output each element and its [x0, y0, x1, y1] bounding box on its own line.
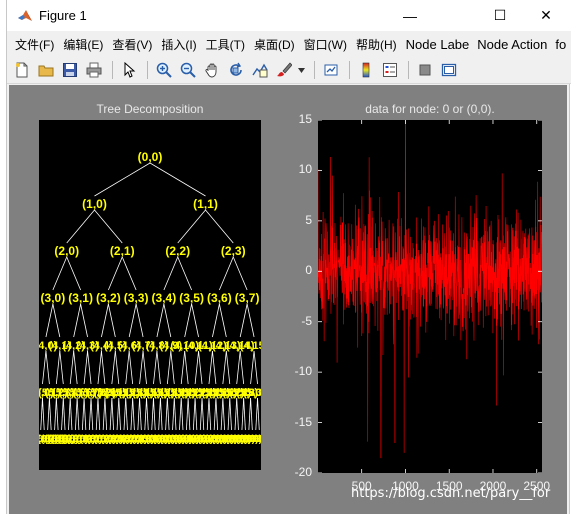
y-tick-label: 15	[298, 112, 312, 126]
tree-node-label[interactable]: (3,5)	[179, 291, 204, 305]
tree-node-label[interactable]: (3,3)	[124, 291, 149, 305]
figure-canvas: Tree Decomposition (0,0) (1,0) (1,1) (2,0)(…	[9, 85, 567, 514]
menu-more[interactable]: fo	[555, 37, 566, 52]
y-tick-label: -5	[301, 313, 312, 328]
tree-node-label[interactable]: (2,1)	[110, 244, 135, 258]
link-plot-icon[interactable]	[320, 60, 341, 81]
zoom-in-icon[interactable]	[153, 60, 174, 81]
save-icon[interactable]	[59, 60, 80, 81]
y-tick-label: -15	[294, 414, 312, 429]
menu-view[interactable]: 查看(V)	[112, 36, 152, 53]
open-file-icon[interactable]	[35, 60, 56, 81]
menu-bar: 文件(F) 编辑(E) 查看(V) 插入(I) 工具(T) 桌面(D) 窗口(W…	[7, 31, 571, 57]
tree-axes-title: Tree Decomposition	[96, 102, 204, 116]
tree-node-label[interactable]: (3,1)	[68, 291, 93, 305]
tree-node-label[interactable]: (3,4)	[152, 291, 177, 305]
hide-plot-tools-icon[interactable]	[414, 60, 435, 81]
menu-node-label[interactable]: Node Labe	[406, 37, 470, 52]
toolbar-separator	[147, 61, 148, 79]
tree-node-label[interactable]: (2,2)	[165, 244, 190, 258]
y-tick-label: -10	[294, 364, 312, 379]
matlab-logo-icon	[18, 10, 32, 21]
signal-axes-title: data for node: 0 or (0,0).	[365, 102, 495, 116]
tree-node-label[interactable]: (0,0)	[138, 150, 163, 164]
show-plot-tools-icon[interactable]	[438, 60, 459, 81]
menu-edit[interactable]: 编辑(E)	[63, 36, 103, 53]
tree-node-label-overlapped[interactable]: (5,31)	[243, 387, 261, 399]
close-button[interactable]: ✕	[523, 0, 569, 31]
toolbar-separator	[349, 61, 350, 79]
menu-insert[interactable]: 插入(I)	[161, 36, 196, 53]
data-cursor-icon[interactable]	[249, 60, 270, 81]
watermark-text: https://blog.csdn.net/pary__for	[351, 486, 551, 501]
tree-node-label[interactable]: (3,0)	[41, 291, 66, 305]
tree-node-label[interactable]: (3,7)	[235, 291, 260, 305]
print-icon[interactable]	[83, 60, 104, 81]
toolbar-separator	[314, 61, 315, 79]
pointer-icon[interactable]	[118, 60, 139, 81]
brush-icon[interactable]	[273, 60, 294, 81]
pan-icon[interactable]	[201, 60, 222, 81]
menu-node-action[interactable]: Node Action	[477, 37, 547, 52]
tree-node-label[interactable]: (1,0)	[82, 197, 107, 211]
new-figure-icon[interactable]	[11, 60, 32, 81]
toolbar-separator	[112, 61, 113, 79]
y-tick-label: 10	[298, 162, 312, 177]
tree-node-label[interactable]: (2,0)	[54, 244, 79, 258]
menu-desktop[interactable]: 桌面(D)	[254, 36, 295, 53]
y-tick-label: 0	[305, 263, 312, 278]
y-tick-label: -20	[294, 465, 312, 479]
tree-node-label[interactable]: (3,2)	[96, 291, 121, 305]
zoom-out-icon[interactable]	[177, 60, 198, 81]
menu-file[interactable]: 文件(F)	[15, 36, 54, 53]
menu-help[interactable]: 帮助(H)	[356, 36, 397, 53]
window-title: Figure 1	[39, 8, 87, 23]
toolbar-separator	[408, 61, 409, 79]
brush-dropdown-icon[interactable]	[297, 60, 306, 81]
tree-node-label-overlapped[interactable]: (6,63)	[246, 434, 261, 445]
tree-node-label[interactable]: (1,1)	[193, 197, 218, 211]
signal-axes[interactable]	[318, 120, 542, 473]
tree-decomposition-axes[interactable]: (0,0) (1,0) (1,1) (2,0) (2,1) (2,2) (2,3) (3,0)…	[39, 120, 261, 470]
tree-node-label[interactable]: (3,6)	[207, 291, 232, 305]
minimize-button[interactable]: —	[387, 0, 433, 31]
tree-node-label[interactable]: (2,3)	[221, 244, 246, 258]
legend-icon[interactable]	[379, 60, 400, 81]
colorbar-icon[interactable]	[355, 60, 376, 81]
title-bar: Figure 1 — ☐ ✕	[7, 0, 571, 31]
menu-tools[interactable]: 工具(T)	[206, 36, 245, 53]
rotate-icon[interactable]	[225, 60, 246, 81]
figure-window: Figure 1 — ☐ ✕ 文件(F) 编辑(E) 查看(V) 插入(I) 工…	[6, 0, 571, 514]
y-tick-label: 5	[305, 212, 312, 227]
menu-window[interactable]: 窗口(W)	[304, 36, 347, 53]
tree-node-label[interactable]: (4,15)	[240, 340, 261, 352]
figure-toolbar	[7, 57, 571, 84]
maximize-button[interactable]: ☐	[477, 0, 523, 31]
